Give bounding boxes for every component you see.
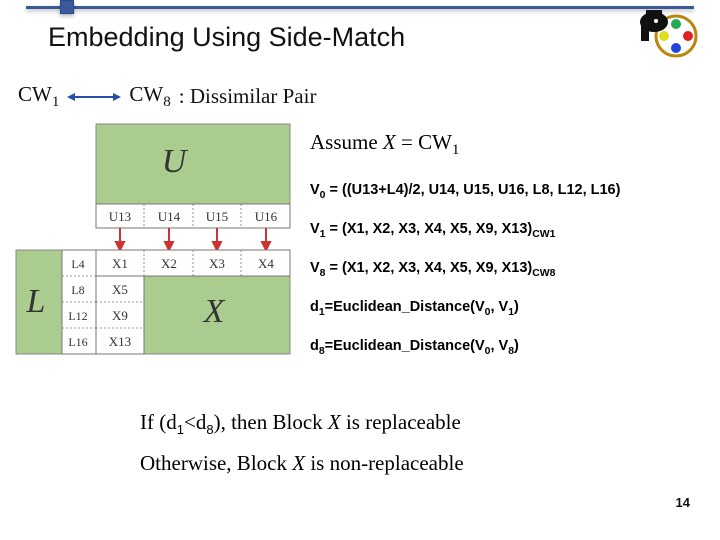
eq-d1: d1=Euclidean_Distance(V0, V1)	[310, 298, 712, 319]
svg-text:X1: X1	[112, 256, 128, 271]
svg-text:X13: X13	[109, 334, 131, 349]
slide-title: Embedding Using Side-Match	[48, 22, 405, 53]
top-accent-bar	[26, 6, 694, 9]
eq-d8: d8=Euclidean_Distance(V0, V8)	[310, 337, 712, 358]
svg-text:U13: U13	[109, 209, 131, 224]
svg-text:X4: X4	[258, 256, 274, 271]
svg-text:L4: L4	[71, 257, 84, 271]
svg-text:U15: U15	[206, 209, 228, 224]
double-arrow-icon	[67, 90, 121, 104]
cw-right: CW8	[129, 82, 170, 111]
eq-v1: V1 = (X1, X2, X3, X4, X5, X9, X13)CW1	[310, 220, 712, 241]
page-number: 14	[676, 495, 690, 510]
conclusion-line-1: If (d1<d8), then Block X is replaceable	[140, 410, 660, 437]
cw-left: CW1	[18, 82, 59, 111]
pair-description: CW1 CW8 : Dissimilar Pair	[18, 82, 316, 111]
svg-text:U14: U14	[158, 209, 181, 224]
top-accent-square	[60, 0, 74, 14]
svg-text:L8: L8	[71, 283, 84, 297]
pair-desc-text: : Dissimilar Pair	[179, 84, 317, 109]
svg-text:X5: X5	[112, 282, 128, 297]
svg-text:L16: L16	[68, 335, 87, 349]
svg-text:U16: U16	[255, 209, 278, 224]
l-block-label: L	[26, 283, 46, 320]
side-match-diagram: U U13 U14 U15 U16 L L4 L8 L12 L16 X X1 X…	[14, 122, 296, 358]
svg-text:X9: X9	[112, 308, 128, 323]
svg-text:L12: L12	[68, 309, 87, 323]
x-block-label: X	[202, 293, 226, 330]
svg-text:X2: X2	[161, 256, 177, 271]
u-block-label: U	[162, 143, 189, 180]
svg-text:X3: X3	[209, 256, 225, 271]
conclusion-line-2: Otherwise, Block X is non-replaceable	[140, 451, 660, 476]
eq-v0: V0 = ((U13+L4)/2, U14, U15, U16, L8, L12…	[310, 181, 712, 202]
corner-logo	[626, 2, 698, 60]
assume-line: Assume X = CW1	[310, 130, 712, 159]
eq-v8: V8 = (X1, X2, X3, X4, X5, X9, X13)CW8	[310, 259, 712, 280]
